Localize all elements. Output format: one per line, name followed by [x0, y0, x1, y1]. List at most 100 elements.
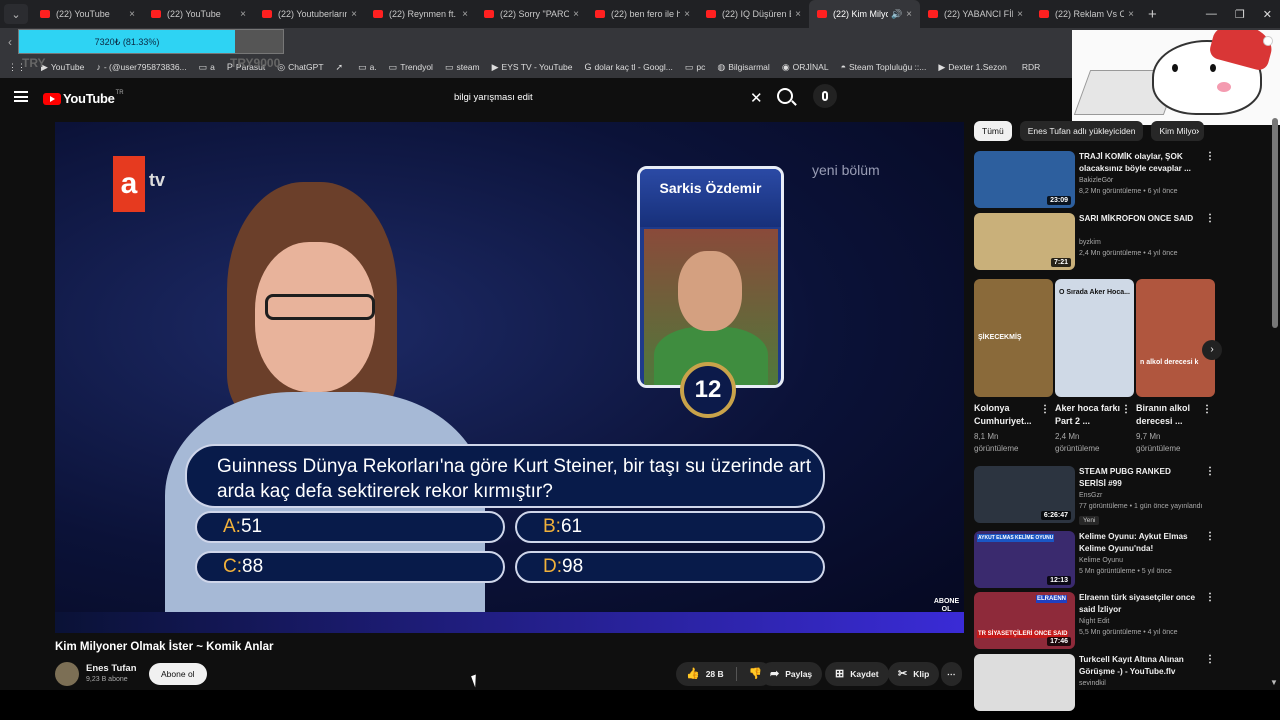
short-title[interactable]: Aker hoca farkı Part 2 ... [1055, 402, 1123, 428]
related-video-title[interactable]: TRAJİ KOMİK olaylar, ŞOK olacaksınız böy… [1079, 151, 1199, 175]
like-count[interactable]: 28 B [706, 662, 724, 686]
close-tab-icon[interactable]: × [240, 9, 246, 20]
close-tab-icon[interactable]: × [1128, 9, 1134, 20]
browser-tab[interactable]: (22) Sorry "PAROD× [476, 0, 587, 28]
chips-next-icon[interactable]: › [1196, 126, 1199, 137]
bookmark-item[interactable]: Gdolar kaç tl - Googl... [584, 62, 672, 72]
close-tab-icon[interactable]: × [1017, 9, 1023, 20]
browser-tab[interactable]: (22) Reklam Vs O × [1031, 0, 1142, 28]
new-tab-button[interactable]: + [1148, 6, 1157, 23]
related-video-channel[interactable]: byzkim [1079, 239, 1101, 246]
filter-chip[interactable]: Tümü [974, 121, 1012, 141]
related-video[interactable]: TR SİYASETÇİLERİ ONCE SAID ELRAENN 17:46 El… [974, 592, 1215, 654]
video-thumbnail[interactable] [974, 654, 1075, 711]
short-options-icon[interactable]: ⋮ [1040, 404, 1050, 415]
video-thumbnail[interactable]: 23:09 [974, 151, 1075, 208]
bookmark-item[interactable]: ▶ Dexter 1.Sezon [938, 62, 1007, 73]
close-tab-icon[interactable]: × [795, 9, 801, 20]
related-video-title[interactable]: STEAM PUBG RANKED SERİSİ #99 [1079, 466, 1199, 490]
short-title[interactable]: Biranın alkol derecesi ... [1136, 402, 1204, 428]
short-item[interactable]: ŞİKECEKMİŞ Kolonya Cumhuriyet... ⋮ 8,1 Mn g… [974, 279, 1053, 453]
channel-avatar[interactable] [55, 662, 79, 686]
minimize-button[interactable]: — [1206, 8, 1217, 20]
close-window-button[interactable]: ✕ [1263, 8, 1272, 21]
related-video-channel[interactable]: Kelime Oyunu [1079, 557, 1123, 564]
related-video-title[interactable]: Turkcell Kayıt Altına Alınan Görüşme -) … [1079, 654, 1199, 678]
save-button[interactable]: ⊞ Kaydet [825, 662, 889, 686]
browser-tab[interactable]: (22) YouTube × [143, 0, 254, 28]
clip-button[interactable]: ✂ Klip [888, 662, 940, 686]
video-options-icon[interactable]: ⋮ [1205, 466, 1215, 477]
short-item[interactable]: n alkol derecesi k Biranın alkol derecesi… [1136, 279, 1215, 453]
close-tab-icon[interactable]: × [351, 9, 357, 20]
share-button[interactable]: ➦ Paylaş [760, 662, 823, 686]
close-tab-icon[interactable]: × [684, 9, 690, 20]
bookmark-item[interactable]: ▭ a. [358, 62, 377, 73]
close-tab-icon[interactable]: × [129, 9, 135, 20]
video-thumbnail[interactable]: AYKUT ELMAS KELİME OYUNU 12:13 [974, 531, 1075, 588]
related-video-channel[interactable]: EnsGzr [1079, 492, 1102, 499]
close-tab-icon[interactable]: × [906, 9, 912, 20]
bookmark-item[interactable]: ▭ Trendyol [389, 62, 433, 73]
related-video[interactable]: AYKUT ELMAS KELİME OYUNU 12:13 Kelime Oyun… [974, 531, 1215, 593]
page-scrollbar[interactable] [1272, 118, 1278, 328]
youtube-logo[interactable]: YouTube TR [43, 90, 124, 106]
bookmark-item[interactable]: ◎ ChatGPT [277, 62, 323, 73]
scroll-down-arrow[interactable]: ▼ [1270, 678, 1278, 687]
more-actions-button[interactable]: ⋯ [941, 662, 962, 686]
related-video[interactable]: Turkcell Kayıt Altına Alınan Görüşme -) … [974, 654, 1215, 716]
bookmark-item[interactable]: ▭ steam [445, 62, 480, 73]
browser-tab[interactable]: (22) Kim Milyo 🔊 × [809, 0, 920, 28]
short-thumbnail[interactable]: n alkol derecesi k [1136, 279, 1215, 397]
related-video[interactable]: 6:26:47 STEAM PUBG RANKED SERİSİ #99 EnsGz… [974, 466, 1215, 528]
related-video-channel[interactable]: sevindkil [1079, 680, 1106, 687]
bookmark-item[interactable]: ➚ [336, 62, 347, 73]
related-video-title[interactable]: SARI MİKROFON ONCE SAID [1079, 213, 1199, 225]
like-icon[interactable]: 👍 [686, 662, 700, 686]
related-video-title[interactable]: Kelime Oyunu: Aykut Elmas Kelime Oyunu'n… [1079, 531, 1199, 555]
bookmark-item[interactable]: RDR [1019, 62, 1040, 72]
speaker-icon[interactable]: 🔊 [891, 9, 902, 20]
channel-name[interactable]: Enes Tufan [86, 663, 137, 674]
bookmark-item[interactable]: ♪ - (@user795873836... [96, 62, 186, 72]
search-icon[interactable] [777, 88, 793, 104]
filter-chip[interactable]: Enes Tufan adlı yükleyiciden [1019, 121, 1144, 141]
bookmark-item[interactable]: ◉ ORJİNAL [782, 62, 829, 73]
tab-search-button[interactable]: ⌄ [4, 4, 28, 24]
related-video-channel[interactable]: Night Edit [1079, 618, 1109, 625]
clear-search-icon[interactable]: ✕ [750, 89, 763, 107]
menu-icon[interactable] [14, 91, 28, 102]
browser-tab[interactable]: (22) Youtuberların × [254, 0, 365, 28]
search-input[interactable] [443, 87, 773, 108]
shorts-next-button[interactable]: › [1202, 340, 1222, 360]
related-video-channel[interactable]: BakizleGör [1079, 177, 1113, 184]
video-options-icon[interactable]: ⋮ [1205, 151, 1215, 162]
short-item[interactable]: O Sırada Aker Hoca... Aker hoca farkı Par… [1055, 279, 1134, 453]
short-thumbnail[interactable]: ŞİKECEKMİŞ [974, 279, 1053, 397]
bookmark-item[interactable]: ◍ Bilgisarmal [717, 62, 769, 73]
browser-tab[interactable]: (22) YouTube × [32, 0, 143, 28]
bookmark-item[interactable]: ◓ Steam Topluluğu ::... [841, 62, 927, 72]
bookmark-item[interactable]: ▭ a [199, 62, 215, 73]
video-options-icon[interactable]: ⋮ [1205, 592, 1215, 603]
browser-tab[interactable]: (22) YABANCI FİLM × [920, 0, 1031, 28]
close-tab-icon[interactable]: × [462, 9, 468, 20]
related-video[interactable]: 23:09 TRAJİ KOMİK olaylar, ŞOK olacaksını… [974, 151, 1215, 213]
related-video-title[interactable]: Elraenn türk siyasetçiler once said İzli… [1079, 592, 1199, 616]
video-options-icon[interactable]: ⋮ [1205, 654, 1215, 665]
browser-tab[interactable]: (22) ben fero ile h × [587, 0, 698, 28]
short-options-icon[interactable]: ⋮ [1202, 404, 1212, 415]
short-thumbnail[interactable]: O Sırada Aker Hoca... [1055, 279, 1134, 397]
video-thumbnail[interactable]: 7:21 [974, 213, 1075, 270]
back-button[interactable]: ‹ [8, 35, 12, 49]
video-options-icon[interactable]: ⋮ [1205, 213, 1215, 224]
maximize-button[interactable]: ❐ [1235, 8, 1245, 21]
close-tab-icon[interactable]: × [573, 9, 579, 20]
video-player[interactable]: a tv yeni bölüm Sarkis Özdemir 12 Guinne… [55, 122, 964, 633]
bookmark-item[interactable]: ▶ EYS TV - YouTube [492, 62, 573, 73]
voice-search-button[interactable] [813, 84, 837, 108]
bookmark-item[interactable]: ▶ YouTube [41, 62, 84, 73]
short-title[interactable]: Kolonya Cumhuriyet... [974, 402, 1042, 428]
related-video[interactable]: 7:21 SARI MİKROFON ONCE SAID byzkim 2,4 Mn … [974, 213, 1215, 275]
video-options-icon[interactable]: ⋮ [1205, 531, 1215, 542]
